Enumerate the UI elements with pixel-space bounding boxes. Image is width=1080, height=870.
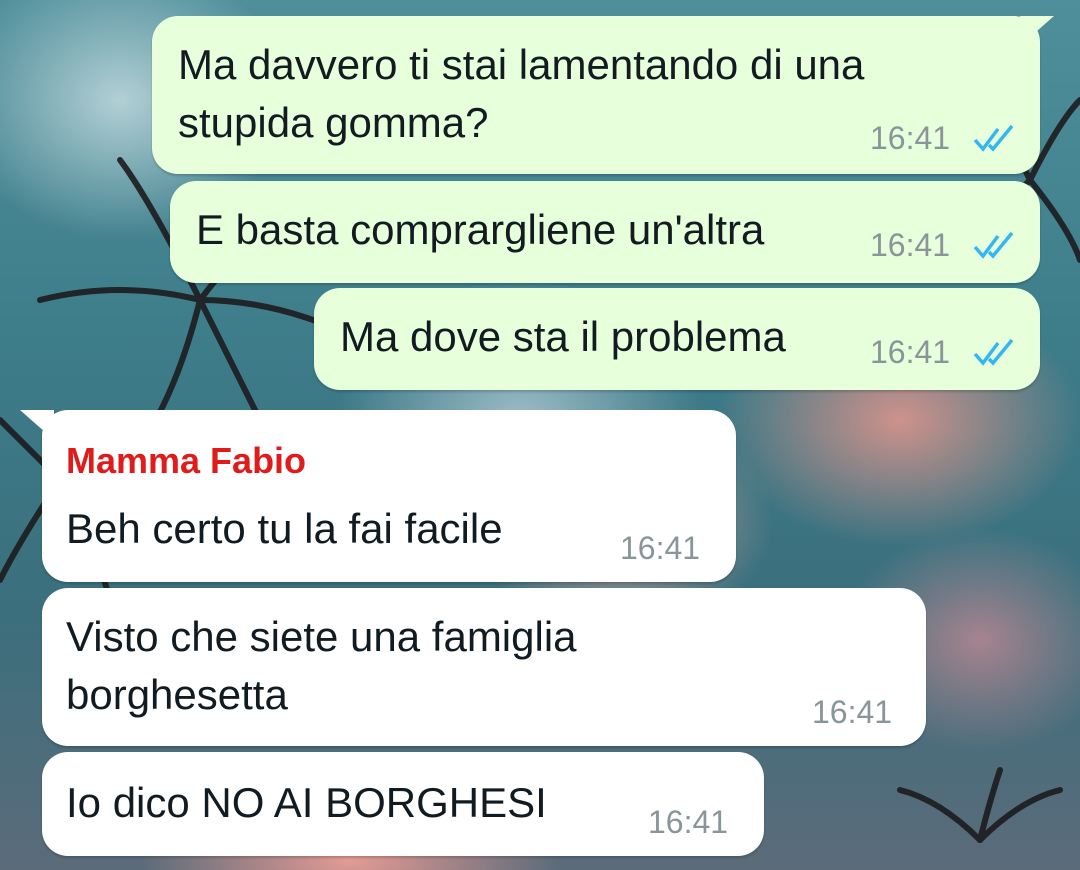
message-text: Io dico NO AI BORGHESI xyxy=(66,779,547,826)
incoming-message-bubble[interactable]: Io dico NO AI BORGHESI 16:41 xyxy=(42,752,764,856)
incoming-message-bubble[interactable]: Mamma Fabio Beh certo tu la fai facile 1… xyxy=(42,410,736,582)
double-check-read-icon xyxy=(973,231,1014,259)
message-text: Visto che siete una famiglia xyxy=(66,613,577,660)
message-timestamp: 16:41 xyxy=(870,227,951,263)
message-timestamp: 16:41 xyxy=(648,804,729,840)
message-timestamp: 16:41 xyxy=(812,694,893,730)
message-timestamp: 16:41 xyxy=(620,530,701,566)
message-text: borghesetta xyxy=(66,671,288,718)
double-check-read-icon xyxy=(973,338,1014,366)
outgoing-message-bubble[interactable]: Ma davvero ti stai lamentando di una stu… xyxy=(152,16,1040,174)
message-text: stupida gomma? xyxy=(178,99,489,146)
message-text: E basta comprargliene un'altra xyxy=(196,206,765,253)
double-check-read-icon xyxy=(973,124,1014,152)
message-text: Ma dove sta il problema xyxy=(340,313,786,360)
message-text: Beh certo tu la fai facile xyxy=(66,505,503,552)
message-timestamp: 16:41 xyxy=(870,334,951,370)
outgoing-message-bubble[interactable]: Ma dove sta il problema 16:41 xyxy=(314,288,1040,390)
message-text: Ma davvero ti stai lamentando di una xyxy=(178,41,865,88)
sender-name[interactable]: Mamma Fabio xyxy=(66,440,306,482)
outgoing-message-bubble[interactable]: E basta comprargliene un'altra 16:41 xyxy=(170,181,1040,283)
incoming-message-bubble[interactable]: Visto che siete una famiglia borghesetta… xyxy=(42,588,926,746)
message-timestamp: 16:41 xyxy=(870,120,951,156)
